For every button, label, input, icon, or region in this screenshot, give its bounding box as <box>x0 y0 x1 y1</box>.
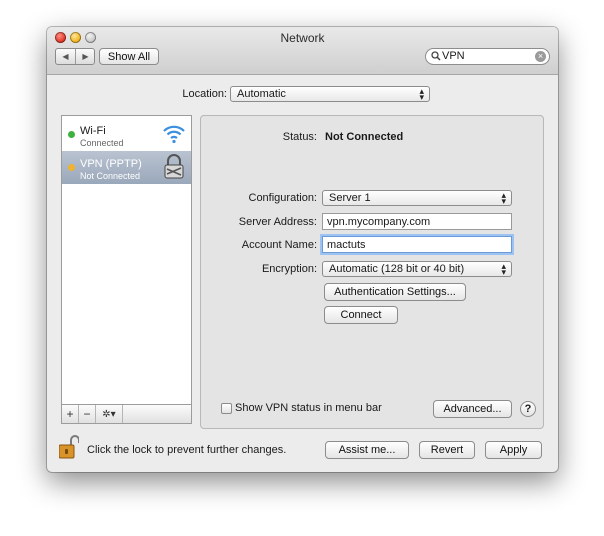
vpn-lock-icon <box>164 154 184 179</box>
service-name: VPN (PPTP) <box>80 158 142 170</box>
wifi-icon <box>163 125 185 144</box>
server-address-field[interactable]: vpn.mycompany.com <box>322 213 512 230</box>
service-list-toolbar: + − ✲▾ <box>61 404 192 424</box>
magnifier-icon <box>431 51 441 61</box>
forward-button[interactable]: ▶ <box>76 49 95 64</box>
advanced-button[interactable]: Advanced... <box>433 400 512 418</box>
encryption-label: Encryption: <box>261 263 317 275</box>
status-label: Status: <box>282 131 317 143</box>
help-button[interactable]: ? <box>520 401 536 417</box>
service-status: Not Connected <box>80 171 141 181</box>
title-bar: Network ◀ ▶ Show All VPN × <box>47 27 558 75</box>
add-service-button[interactable]: + <box>62 405 79 423</box>
show-vpn-status-label: Show VPN status in menu bar <box>235 402 382 414</box>
back-forward-control: ◀ ▶ <box>55 48 95 65</box>
service-name: Wi-Fi <box>80 125 106 137</box>
location-label: Location: <box>182 88 227 100</box>
apply-button[interactable]: Apply <box>485 441 542 459</box>
popup-arrows-icon: ▴ ▾ <box>501 190 506 206</box>
assist-me-button[interactable]: Assist me... <box>325 441 409 459</box>
service-list: Wi-Fi Connected VPN (PPTP) Not Connected <box>61 115 192 405</box>
service-item-vpn[interactable]: VPN (PPTP) Not Connected <box>62 151 191 184</box>
popup-arrows-icon: ▴ ▾ <box>501 261 506 277</box>
location-popup[interactable]: Automatic ▴ ▾ <box>230 86 430 102</box>
configuration-value: Server 1 <box>329 192 371 204</box>
status-value: Not Connected <box>325 131 404 143</box>
account-name-label: Account Name: <box>241 239 317 251</box>
server-address-label: Server Address: <box>238 216 317 228</box>
lock-icon[interactable] <box>59 435 79 459</box>
status-dot-icon <box>68 164 75 171</box>
back-arrow-icon: ◀ <box>62 52 69 61</box>
search-field[interactable]: VPN × <box>425 48 550 65</box>
show-all-button[interactable]: Show All <box>99 48 159 65</box>
window-title: Network <box>280 31 325 45</box>
remove-service-button[interactable]: − <box>79 405 96 423</box>
configuration-label: Configuration: <box>248 192 318 204</box>
service-item-wifi[interactable]: Wi-Fi Connected <box>62 118 191 151</box>
popup-arrows-icon: ▴ ▾ <box>419 86 424 102</box>
encryption-popup[interactable]: Automatic (128 bit or 40 bit) ▴ ▾ <box>322 261 512 277</box>
service-status: Connected <box>80 138 124 148</box>
revert-button[interactable]: Revert <box>419 441 475 459</box>
account-name-field[interactable]: mactuts <box>322 236 512 253</box>
encryption-value: Automatic (128 bit or 40 bit) <box>329 263 465 275</box>
vpn-detail-panel: Status: Not Connected Configuration: Ser… <box>200 115 544 429</box>
back-button[interactable]: ◀ <box>56 49 76 64</box>
action-gear-button[interactable]: ✲▾ <box>96 405 123 423</box>
search-input[interactable]: VPN <box>442 50 465 62</box>
connect-button[interactable]: Connect <box>324 306 398 324</box>
authentication-settings-button[interactable]: Authentication Settings... <box>324 283 466 301</box>
status-dot-icon <box>68 131 75 138</box>
show-vpn-status-checkbox[interactable] <box>221 403 232 414</box>
configuration-popup[interactable]: Server 1 ▴ ▾ <box>322 190 512 206</box>
network-preferences-window: Network ◀ ▶ Show All VPN × Location: Aut… <box>47 27 558 472</box>
clear-search-icon[interactable]: × <box>535 51 546 62</box>
location-value: Automatic <box>237 88 286 100</box>
forward-arrow-icon: ▶ <box>82 52 89 61</box>
lock-hint-text: Click the lock to prevent further change… <box>87 444 287 456</box>
